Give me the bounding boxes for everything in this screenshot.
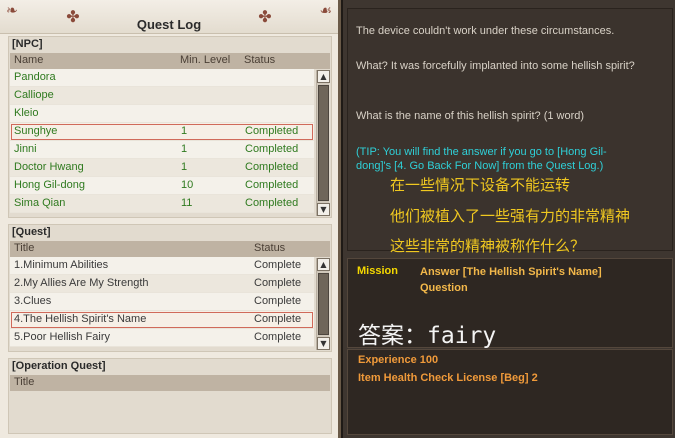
npc-name: Hong Gil-dong [14,179,85,191]
npc-row[interactable]: Jinni 1 Completed [10,141,314,159]
scroll-down-icon[interactable]: ▼ [317,337,330,350]
quest-title: 1.Minimum Abilities [14,259,109,271]
npc-row[interactable]: Hong Gil-dong 10 Completed [10,177,314,195]
quest-section-title: [Quest] [12,226,51,238]
npc-row[interactable]: Doctor Hwang 1 Completed [10,159,314,177]
npc-name: Kleio [14,107,39,119]
npc-row-selected[interactable]: Sunghye 1 Completed [10,123,314,141]
npc-col-status[interactable]: Status [244,54,275,66]
scroll-up-icon[interactable]: ▲ [317,258,330,271]
quest-detail-panel: The device couldn't work under these cir… [341,0,675,438]
npc-section: [NPC] Name Min. Level Status Pandora Cal… [8,36,332,218]
npc-status: Completed [245,125,299,137]
mission-box: Mission Answer [The Hellish Spirit's Nam… [347,258,673,349]
npc-section-title: [NPC] [12,38,43,50]
npc-status: Completed [245,143,299,155]
quest-log-panel: ❧ ☙ ✤ ✤ Quest Log [NPC] Name Min. Level … [0,0,341,438]
scroll-down-icon[interactable]: ▼ [317,203,330,216]
quest-row[interactable]: 1.Minimum Abilities Complete [10,257,314,275]
npc-status: Completed [245,179,299,191]
annotation-cn-3: 这些非常的精神被称作什么？ [390,237,586,255]
npc-level: 1 [181,125,188,137]
quest-status: Complete [254,277,302,289]
npc-name: Calliope [14,89,54,101]
quest-title: 3.Clues [14,295,52,307]
npc-scroll-thumb[interactable] [318,85,329,201]
dialog-line-3: What is the name of this hellish spirit?… [356,110,585,122]
mission-text: Answer [The Hellish Spirit's Name] Quest… [420,266,602,294]
npc-list: Pandora Calliope Kleio Sunghye 1 Completed… [10,69,314,213]
quest-col-title[interactable]: Title [14,242,34,254]
npc-column-header: Name Min. Level Status [10,53,330,69]
reward-box: Experience 100 Item Health Check License… [347,349,673,435]
npc-name: Doctor Hwang [14,161,84,173]
quest-status: Complete [254,331,302,343]
npc-row[interactable]: Kleio [10,105,314,123]
quest-row[interactable]: 5.Poor Hellish Fairy Complete [10,329,314,347]
dialog-line-1: The device couldn't work under these cir… [356,25,615,37]
scroll-up-icon[interactable]: ▲ [317,70,330,83]
npc-status: Completed [245,197,299,209]
npc-row[interactable]: Pandora [10,69,314,87]
npc-col-level[interactable]: Min. Level [180,54,230,66]
npc-level: 11 [181,197,193,209]
quest-row[interactable]: 2.My Allies Are My Strength Complete [10,275,314,293]
annotation-cn-1: 在一些情况下设备不能运转 [390,176,571,194]
npc-name: Sima Qian [14,197,66,209]
npc-status: Completed [245,161,299,173]
reward-item: Item Health Check License [Beg] 2 [358,372,538,384]
quest-status: Complete [254,295,302,307]
operation-quest-section: [Operation Quest] Title [8,358,332,434]
npc-dialog: The device couldn't work under these cir… [347,8,673,255]
operation-section-title: [Operation Quest] [12,360,106,372]
quest-status: Complete [254,259,302,271]
operation-column-header: Title [10,375,330,391]
quest-col-status[interactable]: Status [254,242,285,254]
npc-name: Jinni [14,143,37,155]
quest-section: [Quest] Title Status 1.Minimum Abilities… [8,224,332,352]
quest-row-selected[interactable]: 4.The Hellish Spirit's Name Complete [10,311,314,329]
answer-annotation: 答案：fairy [358,323,497,349]
dialog-line-2: What? It was forcefully implanted into s… [356,60,635,72]
quest-column-header: Title Status [10,241,330,257]
mission-label: Mission [357,265,398,277]
npc-row[interactable]: Calliope [10,87,314,105]
quest-title: 2.My Allies Are My Strength [14,277,149,289]
npc-level: 1 [181,143,188,155]
npc-name: Sunghye [14,125,58,137]
npc-scrollbar[interactable]: ▲ ▼ [316,70,330,216]
quest-log-header: ❧ ☙ ✤ ✤ Quest Log [0,0,338,34]
npc-name: Pandora [14,71,56,83]
operation-col-title[interactable]: Title [14,376,34,388]
quest-list: 1.Minimum Abilities Complete 2.My Allies … [10,257,314,347]
quest-title: 5.Poor Hellish Fairy [14,331,110,343]
quest-row[interactable]: 3.Clues Complete [10,293,314,311]
reward-experience: Experience 100 [358,354,439,366]
npc-level: 1 [181,161,188,173]
dialog-tip: (TIP: You will find the answer if you go… [356,146,607,172]
npc-level: 10 [181,179,194,191]
npc-row[interactable]: Sima Qian 11 Completed [10,195,314,213]
quest-title: 4.The Hellish Spirit's Name [14,313,147,325]
npc-col-name[interactable]: Name [14,54,43,66]
quest-scroll-thumb[interactable] [318,273,329,335]
quest-log-title: Quest Log [136,17,202,32]
quest-status: Complete [254,313,302,325]
quest-scrollbar[interactable]: ▲ ▼ [316,258,330,350]
annotation-cn-2: 他们被植入了一些强有力的非常精神 [390,207,631,225]
